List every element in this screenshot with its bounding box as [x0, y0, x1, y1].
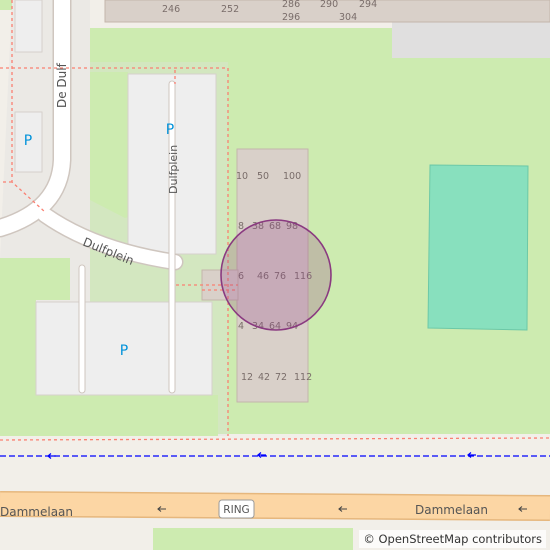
house-number: 304 — [339, 12, 357, 23]
grass-bottom-strip — [153, 528, 353, 550]
house-number: 252 — [221, 4, 239, 15]
cycleway-arrow-3 — [467, 452, 476, 458]
house-number: 4 — [238, 321, 244, 332]
location-marker[interactable] — [220, 219, 332, 331]
parking-lot-topleft — [14, 0, 43, 53]
house-number: 294 — [359, 0, 377, 10]
house-number: 100 — [283, 171, 301, 182]
route-badge-ring-label: RING — [223, 504, 249, 516]
parking-icon-south: P — [120, 343, 128, 359]
industrial-area-top — [392, 22, 550, 58]
house-number: 290 — [320, 0, 338, 10]
house-number: 286 — [282, 0, 300, 10]
house-number: 72 — [275, 372, 287, 383]
cycleway-arrow-2 — [257, 452, 266, 458]
sports-pitch — [427, 164, 529, 331]
street-label-de-dulf: De Dulf — [55, 62, 69, 108]
street-label-dulfplein-north: Dulfplein — [167, 145, 180, 194]
cycleway-arrow-1 — [47, 453, 56, 459]
house-number: 12 — [241, 372, 253, 383]
house-number: 296 — [282, 12, 300, 23]
house-number: 42 — [258, 372, 270, 383]
attribution-text[interactable]: OpenStreetMap contributors — [378, 532, 542, 546]
map-attribution[interactable]: © OpenStreetMap contributors — [359, 530, 546, 548]
copyright-icon: © — [363, 532, 375, 546]
cycleway[interactable] — [0, 452, 550, 459]
parking-icon-small: P — [24, 133, 32, 149]
grass-top-left — [0, 0, 12, 10]
parking-icon-north: P — [166, 122, 174, 138]
footway-south[interactable] — [0, 437, 550, 441]
street-label-dammelaan-left: Dammelaan — [0, 505, 73, 519]
house-number: 50 — [257, 171, 269, 182]
house-number: 10 — [236, 171, 248, 182]
route-badge-ring: RING — [218, 499, 255, 519]
house-number: 112 — [294, 372, 312, 383]
map-canvas[interactable]: De Dulf Dulfplein Dulfplein Dammelaan Da… — [0, 0, 550, 550]
house-number: 246 — [162, 4, 180, 15]
street-label-dammelaan-right: Dammelaan — [415, 503, 488, 517]
